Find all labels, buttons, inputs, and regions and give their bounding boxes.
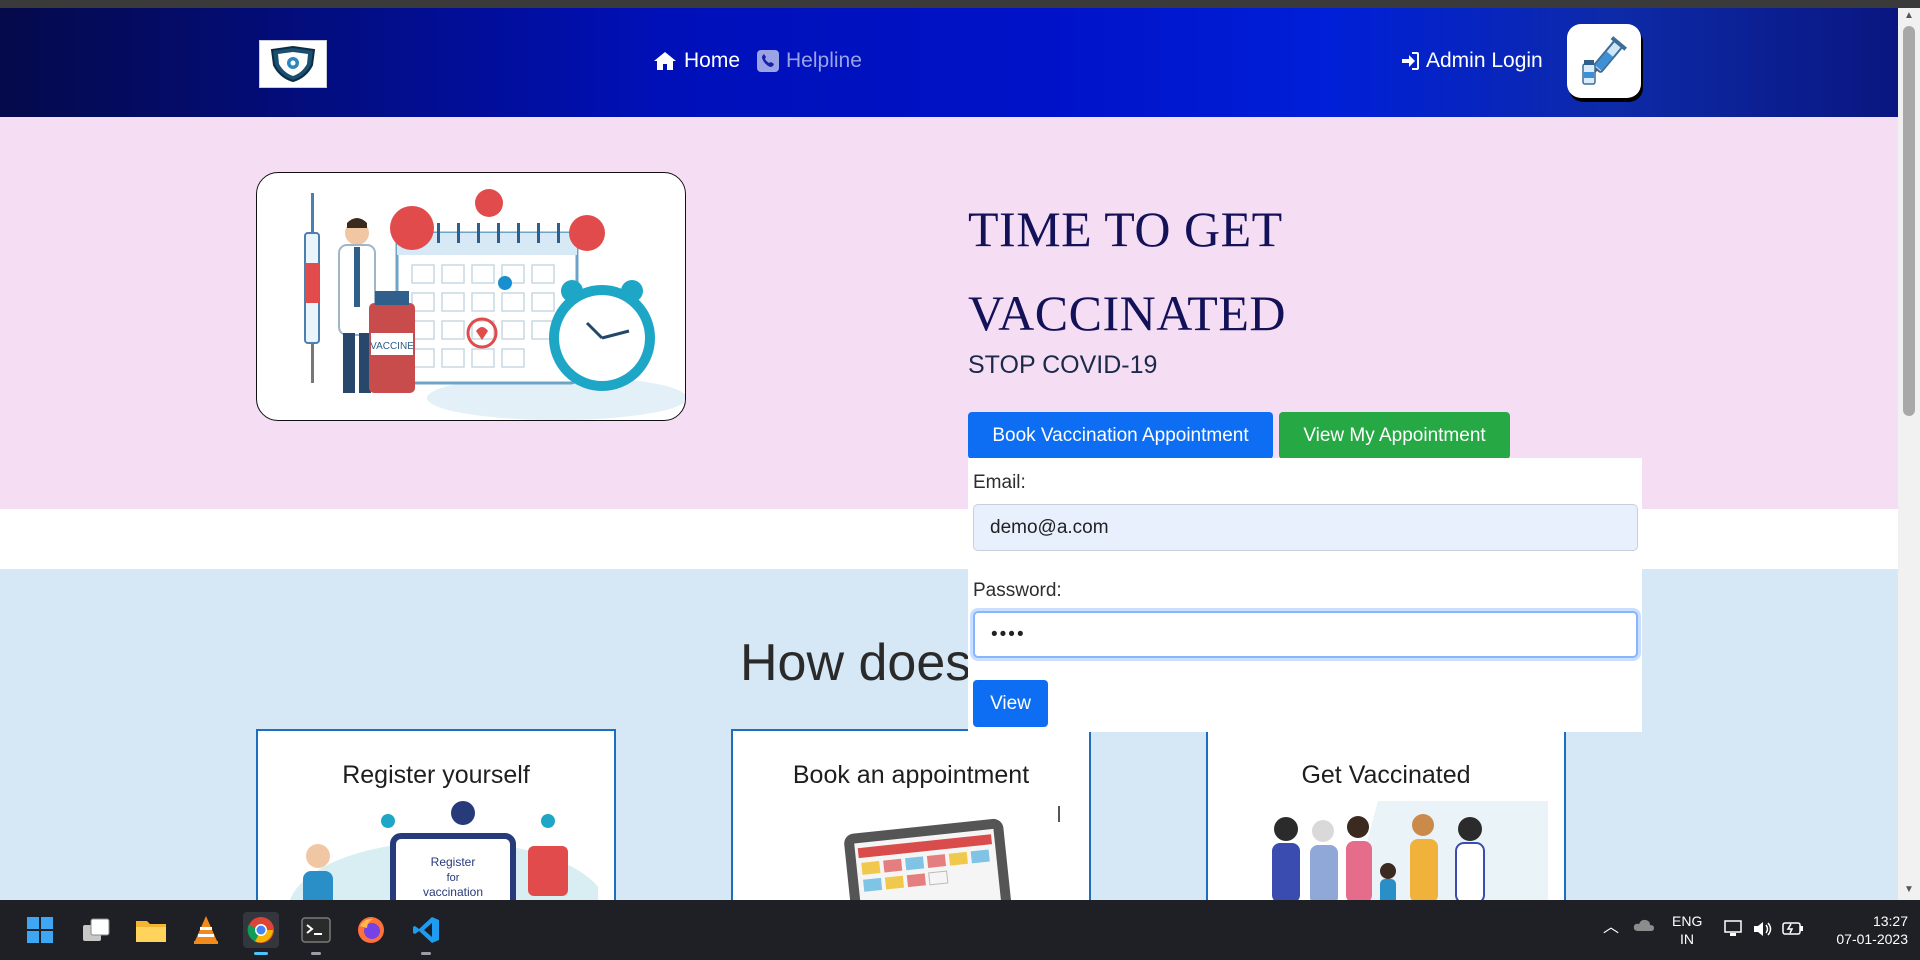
step-card-register: Register yourself Register for vaccinati… xyxy=(256,729,616,919)
svg-text:for: for xyxy=(447,872,460,884)
svg-text:Register: Register xyxy=(431,855,476,869)
running-app-indicator xyxy=(311,952,321,955)
svg-text:VACCINE: VACCINE xyxy=(370,341,414,352)
svg-text:vaccination: vaccination xyxy=(423,885,483,899)
password-label: Password: xyxy=(973,580,1062,601)
phone-icon xyxy=(757,50,779,72)
step-title: Register yourself xyxy=(342,761,530,789)
terminal-icon[interactable] xyxy=(298,912,334,955)
clock[interactable]: 13:27 07-01-2023 xyxy=(1820,912,1908,948)
hero-section: VACCINE TIME TO GET VACCINATED STOP COVI… xyxy=(0,117,1898,509)
how-section-title: How does xyxy=(740,634,972,692)
nav-home-link[interactable]: Home xyxy=(653,49,740,73)
shield-logo-icon xyxy=(270,45,316,83)
clock-time: 13:27 xyxy=(1872,913,1908,929)
vlc-icon[interactable] xyxy=(188,912,224,948)
view-submit-button[interactable]: View xyxy=(973,680,1048,727)
browser-top-strip xyxy=(0,0,1920,8)
admin-login-label: Admin Login xyxy=(1426,49,1543,72)
firefox-icon[interactable] xyxy=(353,912,389,948)
syringe-icon xyxy=(1582,36,1627,85)
site-logo[interactable] xyxy=(259,40,327,88)
task-view-icon[interactable] xyxy=(78,912,114,948)
clock-date: 07-01-2023 xyxy=(1836,931,1908,947)
hero-subtitle: STOP COVID-19 xyxy=(968,351,1158,379)
network-icon[interactable] xyxy=(1724,920,1744,942)
step-title: Book an appointment xyxy=(792,761,1030,789)
step-title: Get Vaccinated xyxy=(1301,761,1471,789)
active-app-indicator xyxy=(254,952,268,955)
step-card-book: Book an appointment xyxy=(731,729,1091,919)
chrome-icon[interactable] xyxy=(243,912,279,955)
admin-login-link[interactable]: Admin Login xyxy=(1401,49,1543,73)
scroll-thumb[interactable] xyxy=(1903,26,1915,416)
region-code: IN xyxy=(1680,931,1694,947)
register-illustration: Register for vaccination xyxy=(288,801,598,911)
battery-icon[interactable] xyxy=(1782,920,1804,940)
scroll-down-arrow-icon[interactable]: ▼ xyxy=(1903,884,1915,896)
nav-helpline-link[interactable]: Helpline xyxy=(757,49,862,73)
hero-title: TIME TO GET VACCINATED xyxy=(968,201,1286,341)
password-field[interactable] xyxy=(973,611,1638,658)
step-card-vaccinated: Get Vaccinated xyxy=(1206,729,1566,919)
language-code: ENG xyxy=(1672,913,1703,929)
email-label: Email: xyxy=(973,472,1026,493)
vscode-icon[interactable] xyxy=(408,912,444,955)
running-app-indicator xyxy=(421,952,431,955)
language-indicator[interactable]: ENG IN xyxy=(1672,912,1702,948)
taskbar: ︿ ENG IN 13:27 07-01-2023 xyxy=(0,900,1920,960)
view-appointment-form: Email: Password: View xyxy=(968,458,1642,732)
doctor-calendar-illustration: VACCINE xyxy=(304,189,685,420)
book-vaccination-button[interactable]: Book Vaccination Appointment xyxy=(968,412,1273,459)
scroll-up-arrow-icon[interactable]: ▲ xyxy=(1903,10,1915,22)
vaccine-avatar[interactable] xyxy=(1567,24,1641,98)
vaccinated-people-illustration xyxy=(1272,801,1548,911)
view-appointment-button[interactable]: View My Appointment xyxy=(1279,412,1510,459)
tray-overflow-chevron-icon[interactable]: ︿ xyxy=(1603,919,1619,937)
navbar: Home Helpline Admin Login xyxy=(0,8,1898,117)
file-explorer-icon[interactable] xyxy=(133,912,169,948)
page-scrollbar[interactable]: ▲ ▼ xyxy=(1898,8,1920,900)
sign-in-icon xyxy=(1402,52,1419,70)
appointment-illustration xyxy=(844,806,1060,911)
onedrive-cloud-icon[interactable] xyxy=(1633,918,1655,936)
hero-illustration: VACCINE xyxy=(256,172,686,421)
nav-home-label: Home xyxy=(684,49,741,72)
email-field[interactable] xyxy=(973,504,1638,551)
volume-icon[interactable] xyxy=(1753,920,1773,942)
nav-helpline-label: Helpline xyxy=(786,49,862,72)
home-icon xyxy=(654,52,676,70)
windows-start-icon[interactable] xyxy=(22,912,58,948)
